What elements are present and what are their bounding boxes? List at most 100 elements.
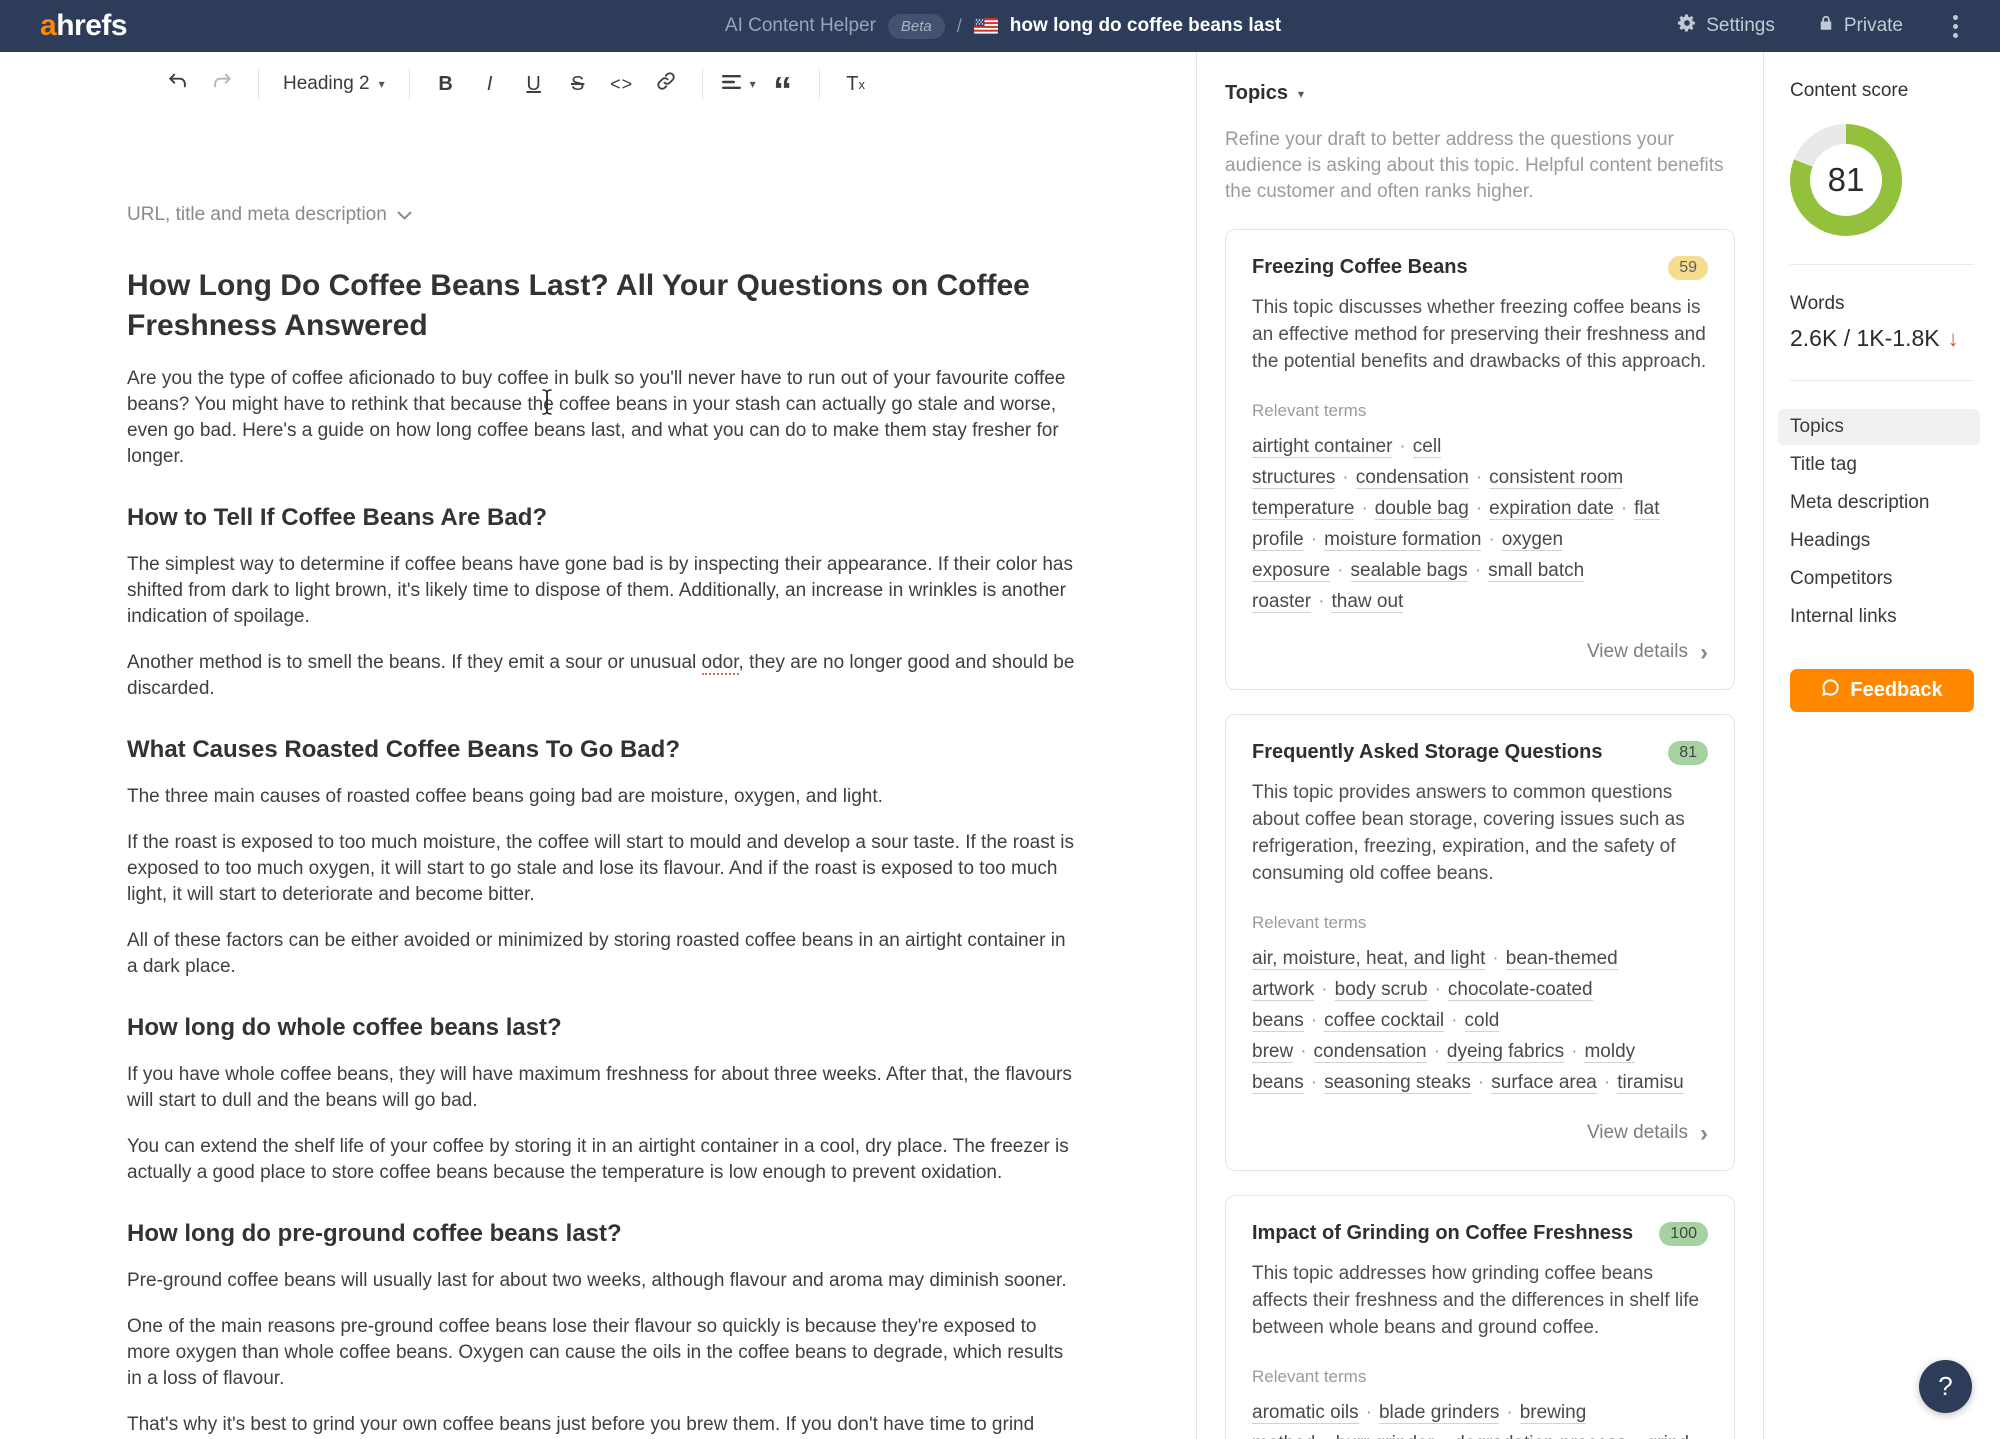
- relevant-term[interactable]: expiration date: [1489, 498, 1614, 520]
- chevron-down-icon: ▾: [1298, 87, 1304, 101]
- speech-bubble-icon: [1821, 678, 1840, 703]
- term-separator: ·: [1342, 467, 1348, 488]
- term-separator: ·: [1633, 1433, 1639, 1439]
- article-paragraph: Another method is to smell the beans. If…: [127, 650, 1076, 702]
- term-separator: ·: [1361, 498, 1367, 519]
- words-label: Words: [1790, 293, 1974, 315]
- article-title: How Long Do Coffee Beans Last? All Your …: [127, 266, 1076, 346]
- topic-card[interactable]: Impact of Grinding on Coffee Freshness10…: [1225, 1195, 1735, 1439]
- privacy-button[interactable]: Private: [1817, 14, 1903, 38]
- term-separator: ·: [1366, 1402, 1372, 1423]
- article-paragraph: If you have whole coffee beans, they wil…: [127, 1062, 1076, 1114]
- term-separator: ·: [1321, 979, 1327, 1000]
- heading-style-select[interactable]: Heading 2 ▾: [277, 73, 391, 95]
- section-heading: How long do pre-ground coffee beans last…: [127, 1220, 1076, 1248]
- ahrefs-logo[interactable]: ahrefs: [40, 9, 127, 43]
- editor-toolbar: Heading 2 ▾ B I U S <>: [0, 52, 1196, 116]
- sidebar-nav: TopicsTitle tagMeta descriptionHeadingsC…: [1778, 409, 1980, 635]
- term-separator: ·: [1475, 560, 1481, 581]
- more-menu-button[interactable]: [1945, 11, 1966, 42]
- article-sections: How to Tell If Coffee Beans Are Bad?The …: [127, 504, 1076, 1439]
- relevant-term[interactable]: dyeing fabrics: [1447, 1041, 1564, 1063]
- relevant-term[interactable]: airtight container: [1252, 436, 1392, 458]
- code-button[interactable]: <>: [604, 66, 640, 102]
- term-separator: ·: [1488, 529, 1494, 550]
- article-paragraph: You can extend the shelf life of your co…: [127, 1134, 1076, 1186]
- editor-area[interactable]: URL, title and meta description How Long…: [0, 116, 1196, 1439]
- italic-button[interactable]: I: [472, 66, 508, 102]
- relevant-term[interactable]: moisture formation: [1324, 529, 1481, 551]
- term-separator: ·: [1311, 1010, 1317, 1031]
- relevant-term[interactable]: condensation: [1356, 467, 1469, 489]
- sidebar-item-meta-description[interactable]: Meta description: [1778, 485, 1980, 521]
- term-separator: ·: [1604, 1072, 1610, 1093]
- topic-card[interactable]: Frequently Asked Storage Questions81This…: [1225, 714, 1735, 1171]
- breadcrumb: AI Content Helper Beta / how long do cof: [725, 14, 1281, 39]
- article-paragraph: The simplest way to determine if coffee …: [127, 552, 1076, 630]
- clear-formatting-button[interactable]: Tx: [838, 66, 874, 102]
- relevant-term[interactable]: sealable bags: [1351, 560, 1468, 582]
- sidebar-item-title-tag[interactable]: Title tag: [1778, 447, 1980, 483]
- view-details-link[interactable]: View details›: [1252, 1122, 1708, 1144]
- topics-panel-header[interactable]: Topics ▾: [1225, 82, 1735, 105]
- relevant-term[interactable]: surface area: [1491, 1072, 1597, 1094]
- relevant-term[interactable]: degradation process: [1454, 1433, 1626, 1439]
- bold-button[interactable]: B: [428, 66, 464, 102]
- topic-card-description: This topic addresses how grinding coffee…: [1252, 1260, 1708, 1341]
- term-separator: ·: [1300, 1041, 1306, 1062]
- chevron-down-icon: ▾: [750, 77, 756, 91]
- section-heading: What Causes Roasted Coffee Beans To Go B…: [127, 736, 1076, 764]
- sidebar-item-internal-links[interactable]: Internal links: [1778, 599, 1980, 635]
- article-paragraph: One of the main reasons pre-ground coffe…: [127, 1314, 1076, 1392]
- relevant-term[interactable]: blade grinders: [1379, 1402, 1499, 1424]
- redo-button[interactable]: [204, 66, 240, 102]
- view-details-label: View details: [1587, 1122, 1688, 1144]
- feedback-button[interactable]: Feedback: [1790, 669, 1974, 712]
- strikethrough-button[interactable]: S: [560, 66, 596, 102]
- relevant-term[interactable]: thaw out: [1331, 591, 1403, 613]
- article-paragraph: That's why it's best to grind your own c…: [127, 1412, 1076, 1439]
- relevant-term[interactable]: body scrub: [1335, 979, 1428, 1001]
- alignment-button[interactable]: ▾: [721, 66, 757, 102]
- relevant-term[interactable]: double bag: [1375, 498, 1469, 520]
- undo-button[interactable]: [160, 66, 196, 102]
- relevant-term[interactable]: condensation: [1314, 1041, 1427, 1063]
- text-segment: The simplest way to determine if coffee …: [127, 554, 1073, 627]
- term-separator: ·: [1311, 529, 1317, 550]
- sidebar-item-topics[interactable]: Topics: [1778, 409, 1980, 445]
- article-paragraph: Are you the type of coffee aficionado to…: [127, 366, 1076, 470]
- words-count: 2.6K / 1K-1.8K ↓: [1790, 325, 1974, 352]
- relevant-term[interactable]: air, moisture, heat, and light: [1252, 948, 1485, 970]
- settings-button[interactable]: Settings: [1677, 13, 1775, 39]
- spellcheck-word: odor: [702, 652, 739, 675]
- sidebar-item-headings[interactable]: Headings: [1778, 523, 1980, 559]
- clear-formatting-x: x: [859, 77, 866, 92]
- relevant-term[interactable]: coffee cocktail: [1324, 1010, 1444, 1032]
- view-details-link[interactable]: View details›: [1252, 641, 1708, 663]
- text-segment: If you have whole coffee beans, they wil…: [127, 1064, 1072, 1111]
- relevant-term[interactable]: aromatic oils: [1252, 1402, 1359, 1424]
- topic-card-description: This topic provides answers to common qu…: [1252, 779, 1708, 887]
- relevant-terms-list: airtight container·cell structures·conde…: [1252, 431, 1708, 617]
- beta-badge: Beta: [888, 14, 945, 39]
- term-separator: ·: [1476, 467, 1482, 488]
- url-meta-toggle[interactable]: URL, title and meta description: [127, 204, 412, 226]
- help-button[interactable]: ?: [1919, 1360, 1972, 1413]
- redo-icon: [211, 70, 233, 98]
- text-segment: All of these factors can be either avoid…: [127, 930, 1066, 977]
- topic-card[interactable]: Freezing Coffee Beans59This topic discus…: [1225, 229, 1735, 690]
- relevant-term[interactable]: seasoning steaks: [1324, 1072, 1471, 1094]
- sidebar-item-competitors[interactable]: Competitors: [1778, 561, 1980, 597]
- chevron-down-icon: ▾: [379, 77, 385, 91]
- relevant-terms-list: aromatic oils·blade grinders·brewing met…: [1252, 1397, 1708, 1439]
- term-separator: ·: [1476, 498, 1482, 519]
- chevron-right-icon: ›: [1700, 643, 1708, 662]
- relevant-term[interactable]: burr grinder: [1336, 1433, 1434, 1439]
- link-button[interactable]: [648, 66, 684, 102]
- underline-button[interactable]: U: [516, 66, 552, 102]
- blockquote-button[interactable]: “: [765, 66, 801, 102]
- main-area: Heading 2 ▾ B I U S <>: [0, 52, 2000, 1439]
- us-flag-icon: [974, 18, 998, 34]
- topic-card-description: This topic discusses whether freezing co…: [1252, 294, 1708, 375]
- relevant-term[interactable]: tiramisu: [1617, 1072, 1684, 1094]
